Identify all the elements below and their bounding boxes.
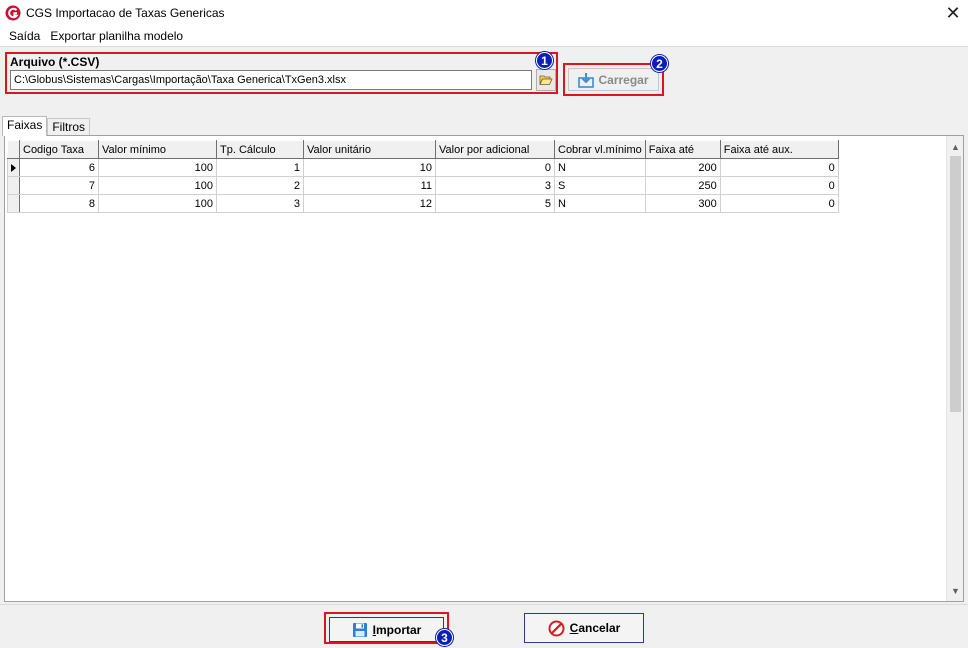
table-cell[interactable]: 100 xyxy=(98,158,217,177)
table-cell[interactable]: 250 xyxy=(644,176,721,195)
table-cell[interactable]: 0 xyxy=(435,158,555,177)
download-icon xyxy=(578,72,595,88)
top-panel: Arquivo (*.CSV) C:\Globus\Sistemas\Carga… xyxy=(0,46,968,114)
cancel-button[interactable]: Cancelar xyxy=(524,613,644,643)
table-row[interactable]: 6 100 1 10 0 N 200 0 xyxy=(7,158,839,177)
menu-item-exportar-planilha[interactable]: Exportar planilha modelo xyxy=(45,26,188,46)
step-badge-2: 2 xyxy=(651,55,668,72)
window-title: CGS Importacao de Taxas Genericas xyxy=(26,6,225,20)
step-badge-1: 1 xyxy=(536,52,553,69)
import-button[interactable]: Importar xyxy=(329,617,444,642)
file-path-input[interactable]: C:\Globus\Sistemas\Cargas\Importação\Tax… xyxy=(10,70,532,90)
vertical-scrollbar[interactable]: ▲ ▼ xyxy=(946,136,963,601)
title-bar: CGS Importacao de Taxas Genericas ✕ xyxy=(0,0,968,26)
cancel-button-label: Cancelar xyxy=(569,621,621,635)
column-header[interactable]: Faixa até aux. xyxy=(719,140,839,159)
scroll-down-arrow-icon[interactable]: ▼ xyxy=(947,582,964,599)
tab-strip: Faixas Filtros xyxy=(2,116,91,136)
table-cell[interactable]: 3 xyxy=(435,176,555,195)
table-cell[interactable]: 0 xyxy=(719,176,839,195)
import-highlight: Importar xyxy=(324,612,449,644)
current-row-arrow-icon xyxy=(11,163,16,172)
file-group: Arquivo (*.CSV) C:\Globus\Sistemas\Carga… xyxy=(5,52,558,94)
step-badge-3: 3 xyxy=(436,629,453,646)
column-header[interactable]: Valor mínimo xyxy=(98,140,217,159)
table-cell[interactable]: 5 xyxy=(435,194,555,213)
table-cell[interactable]: 100 xyxy=(98,176,217,195)
table-cell[interactable]: 10 xyxy=(303,158,436,177)
row-indicator-header xyxy=(7,140,20,159)
load-button-label: Carregar xyxy=(598,72,649,87)
import-button-label: Importar xyxy=(372,622,422,637)
scroll-up-arrow-icon[interactable]: ▲ xyxy=(947,138,964,155)
row-indicator[interactable] xyxy=(7,158,20,177)
table-cell[interactable]: 11 xyxy=(303,176,436,195)
folder-open-icon xyxy=(539,75,553,85)
cancel-circle-icon xyxy=(548,620,565,636)
column-header[interactable]: Valor por adicional xyxy=(435,140,555,159)
column-header[interactable]: Cobrar vl.mínimo xyxy=(554,140,646,159)
taxas-table: Codigo Taxa Valor mínimo Tp. Cálculo Val… xyxy=(7,140,839,213)
browse-button[interactable] xyxy=(536,69,556,91)
file-label: Arquivo (*.CSV) xyxy=(10,55,100,69)
table-cell[interactable]: 300 xyxy=(644,194,721,213)
save-disk-icon xyxy=(352,622,367,637)
column-header[interactable]: Tp. Cálculo xyxy=(216,140,304,159)
table-cell[interactable]: 0 xyxy=(719,158,839,177)
table-cell[interactable]: 0 xyxy=(719,194,839,213)
data-grid: Codigo Taxa Valor mínimo Tp. Cálculo Val… xyxy=(4,135,964,602)
menu-item-saida[interactable]: Saída xyxy=(4,26,45,46)
table-header-row: Codigo Taxa Valor mínimo Tp. Cálculo Val… xyxy=(7,140,839,159)
load-button[interactable]: Carregar xyxy=(568,68,659,91)
table-cell[interactable]: S xyxy=(554,176,646,195)
bottom-bar: Importar 3 Cancelar xyxy=(0,604,968,648)
table-cell[interactable]: 100 xyxy=(98,194,217,213)
row-indicator[interactable] xyxy=(7,176,20,195)
table-cell[interactable]: 12 xyxy=(303,194,436,213)
table-cell[interactable]: 200 xyxy=(644,158,721,177)
table-cell[interactable]: N xyxy=(554,194,646,213)
tab-filtros[interactable]: Filtros xyxy=(47,118,91,136)
row-indicator[interactable] xyxy=(7,194,20,213)
column-header[interactable]: Faixa até xyxy=(644,140,721,159)
table-cell[interactable]: 3 xyxy=(216,194,304,213)
table-cell[interactable]: N xyxy=(554,158,646,177)
table-cell[interactable]: 7 xyxy=(19,176,99,195)
column-header[interactable]: Valor unitário xyxy=(303,140,436,159)
menu-bar: Saída Exportar planilha modelo xyxy=(0,26,968,46)
table-cell[interactable]: 8 xyxy=(19,194,99,213)
app-logo-icon xyxy=(5,5,21,21)
load-group: Carregar xyxy=(563,63,664,96)
table-cell[interactable]: 6 xyxy=(19,158,99,177)
close-icon[interactable]: ✕ xyxy=(938,0,968,26)
tab-faixas[interactable]: Faixas xyxy=(2,116,48,136)
table-row[interactable]: 7 100 2 11 3 S 250 0 xyxy=(7,176,839,195)
table-cell[interactable]: 2 xyxy=(216,176,304,195)
column-header[interactable]: Codigo Taxa xyxy=(19,140,99,159)
scroll-thumb[interactable] xyxy=(950,156,961,412)
table-cell[interactable]: 1 xyxy=(216,158,304,177)
table-row[interactable]: 8 100 3 12 5 N 300 0 xyxy=(7,194,839,213)
